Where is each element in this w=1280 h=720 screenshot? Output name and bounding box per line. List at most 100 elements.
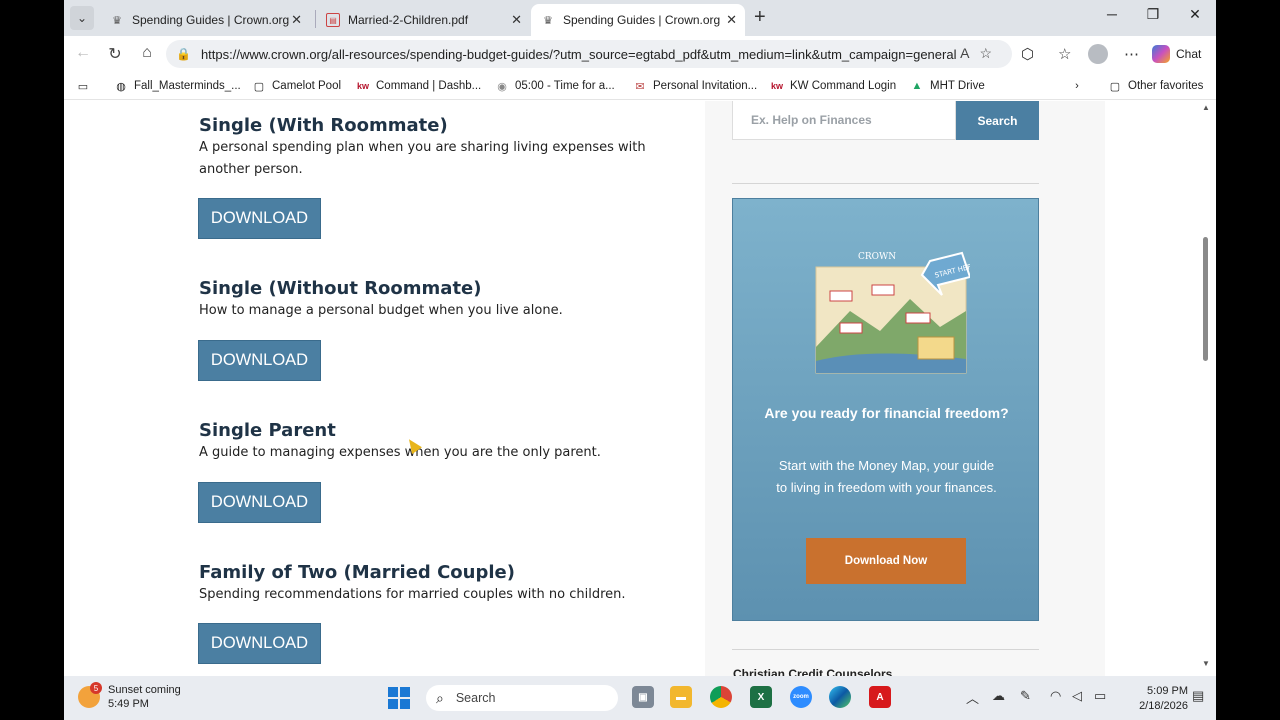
bookmark-collections-icon[interactable]: ▭ [76, 79, 96, 93]
pen-icon[interactable]: ✎ [1020, 688, 1031, 704]
acrobat-icon[interactable]: A [869, 686, 891, 708]
scroll-up-icon[interactable]: ▲ [1202, 103, 1210, 112]
close-window-button[interactable]: ✕ [1180, 6, 1210, 23]
other-favorites[interactable]: ▢ Other favorites [1108, 79, 1204, 93]
guide-description: A guide to managing expenses when you ar… [199, 445, 601, 460]
file-explorer-icon[interactable]: ▬ [670, 686, 692, 708]
system-clock[interactable]: 5:09 PM 2/18/2026 [1126, 684, 1188, 714]
download-button[interactable]: DOWNLOAD [198, 198, 321, 239]
guide-single-with-roommate: Single (With Roommate) A personal spendi… [199, 115, 659, 180]
onedrive-icon[interactable]: ☁ [992, 688, 1005, 704]
start-button[interactable] [388, 687, 410, 709]
bookmark-item[interactable]: ◉ 05:00 - Time for a... [495, 79, 615, 93]
tab-spending-guides-1[interactable]: ♛ Spending Guides | Crown.org ✕ [100, 4, 310, 36]
refresh-button[interactable]: ↻ [104, 44, 126, 64]
browser-window: ⌄ ♛ Spending Guides | Crown.org ✕ ▤ Marr… [64, 0, 1216, 676]
kw-logo-icon: kw [356, 81, 369, 91]
bookmark-item[interactable]: ▲ MHT Drive [910, 79, 985, 93]
notifications-icon[interactable]: ▤ [1192, 688, 1204, 704]
chevron-down-icon: ⌄ [76, 11, 88, 25]
tab-spending-guides-active[interactable]: ♛ Spending Guides | Crown.org ✕ [531, 4, 745, 36]
weather-time: 5:49 PM [108, 698, 149, 710]
invitation-icon: ✉ [635, 80, 645, 93]
profile-avatar[interactable] [1088, 44, 1108, 64]
chevron-right-icon: › [1075, 80, 1079, 92]
windows-taskbar: 5 Sunset coming 5:49 PM ⌕ Search ▣ ▬ X z… [64, 676, 1216, 720]
google-drive-icon: ▲ [911, 80, 923, 92]
money-map-illustration: START HERE CROWN [815, 251, 970, 374]
clock-time: 5:09 PM [1147, 685, 1188, 697]
collections-icon: ▭ [77, 80, 89, 93]
tab-actions-menu[interactable]: ⌄ [70, 6, 94, 30]
scrollbar-thumb[interactable] [1203, 237, 1208, 361]
zoom-icon[interactable]: zoom [790, 686, 812, 708]
tray-overflow-icon[interactable]: ︿ [966, 688, 979, 707]
divider [732, 649, 1039, 650]
guide-description: A personal spending plan when you are sh… [199, 140, 646, 177]
guide-single-without-roommate: Single (Without Roommate) How to manage … [199, 278, 659, 322]
weather-widget[interactable]: 5 Sunset coming 5:49 PM [78, 682, 181, 711]
download-button[interactable]: DOWNLOAD [198, 340, 321, 381]
guide-description: How to manage a personal budget when you… [199, 303, 563, 318]
bookmark-item[interactable]: kw KW Command Login [770, 79, 896, 93]
guide-title: Single Parent [199, 420, 336, 441]
crown-favicon-icon: ♛ [112, 14, 122, 27]
address-toolbar: ← ↻ ⌂ 🔒 https://www.crown.org/all-resour… [64, 36, 1216, 72]
bookmark-item[interactable]: kw Command | Dashb... [356, 79, 481, 93]
excel-icon[interactable]: X [750, 686, 772, 708]
pdf-icon: ▤ [326, 13, 340, 27]
globe-icon: ◍ [116, 80, 126, 93]
battery-icon[interactable]: ▭ [1094, 688, 1106, 704]
clock-date: 2/18/2026 [1139, 700, 1188, 712]
check-circle-icon: ◉ [497, 80, 507, 93]
copilot-chat-button[interactable]: Chat [1152, 42, 1201, 66]
close-icon[interactable]: ✕ [291, 12, 302, 28]
download-now-button[interactable]: Download Now [806, 538, 966, 584]
new-tab-button[interactable]: + [754, 6, 766, 29]
download-button[interactable]: DOWNLOAD [198, 482, 321, 523]
more-options-icon[interactable]: ⋯ [1124, 45, 1139, 63]
guide-single-parent: Single Parent A guide to managing expens… [199, 420, 659, 464]
guide-title: Family of Two (Married Couple) [199, 562, 515, 583]
chrome-icon[interactable] [710, 686, 732, 708]
close-icon[interactable]: ✕ [511, 12, 522, 28]
weather-title: Sunset coming [108, 684, 181, 696]
bookmarks-overflow-button[interactable]: › [1070, 79, 1090, 93]
extensions-icon[interactable]: ⬡ [1021, 45, 1034, 63]
copilot-icon [1152, 45, 1170, 63]
promo-heading: Are you ready for financial freedom? [764, 405, 1009, 421]
search-button[interactable]: Search [956, 101, 1039, 140]
volume-icon[interactable]: ◁ [1072, 688, 1082, 704]
kw-logo-icon: kw [770, 81, 783, 91]
web-page: Single (With Roommate) A personal spendi… [64, 101, 1216, 676]
crown-logo-text: CROWN [858, 252, 896, 262]
folder-icon: ▢ [1109, 80, 1121, 93]
scroll-down-icon[interactable]: ▼ [1202, 659, 1210, 668]
read-aloud-favorite-icons[interactable]: A☆ [960, 45, 1002, 62]
windows-logo-pane [388, 687, 398, 697]
restore-button[interactable]: ❐ [1138, 6, 1168, 23]
tab-pdf[interactable]: ▤ Married-2-Children.pdf ✕ [316, 4, 530, 36]
download-button[interactable]: DOWNLOAD [198, 623, 321, 664]
taskbar-search[interactable]: ⌕ Search [426, 685, 618, 711]
url-bar[interactable]: 🔒 https://www.crown.org/all-resources/sp… [166, 40, 1012, 68]
back-button[interactable]: ← [72, 44, 94, 62]
wifi-icon[interactable]: ◠ [1050, 688, 1061, 704]
guide-title: Single (Without Roommate) [199, 278, 482, 299]
page-scrollbar[interactable]: ▲ ▼ [1197, 101, 1216, 676]
bookmark-item[interactable]: ✉ Personal Invitation... [633, 79, 757, 93]
close-icon[interactable]: ✕ [726, 12, 737, 28]
search-input[interactable]: Ex. Help on Finances [732, 101, 956, 140]
bookmark-item[interactable]: ▢ Camelot Pool [252, 79, 341, 93]
edge-icon[interactable] [829, 686, 851, 708]
search-icon: ⌕ [436, 689, 444, 706]
task-view-icon[interactable]: ▣ [632, 686, 654, 708]
minimize-button[interactable]: ─ [1097, 6, 1127, 22]
lock-icon: 🔒 [176, 47, 191, 61]
folder-icon: ▢ [253, 80, 265, 93]
sunset-icon: 5 [78, 682, 102, 708]
notification-badge: 5 [90, 682, 102, 694]
favorites-icon[interactable]: ☆ [1058, 45, 1071, 63]
bookmark-item[interactable]: ◍ Fall_Masterminds_... [114, 79, 241, 93]
home-button[interactable]: ⌂ [136, 44, 158, 62]
